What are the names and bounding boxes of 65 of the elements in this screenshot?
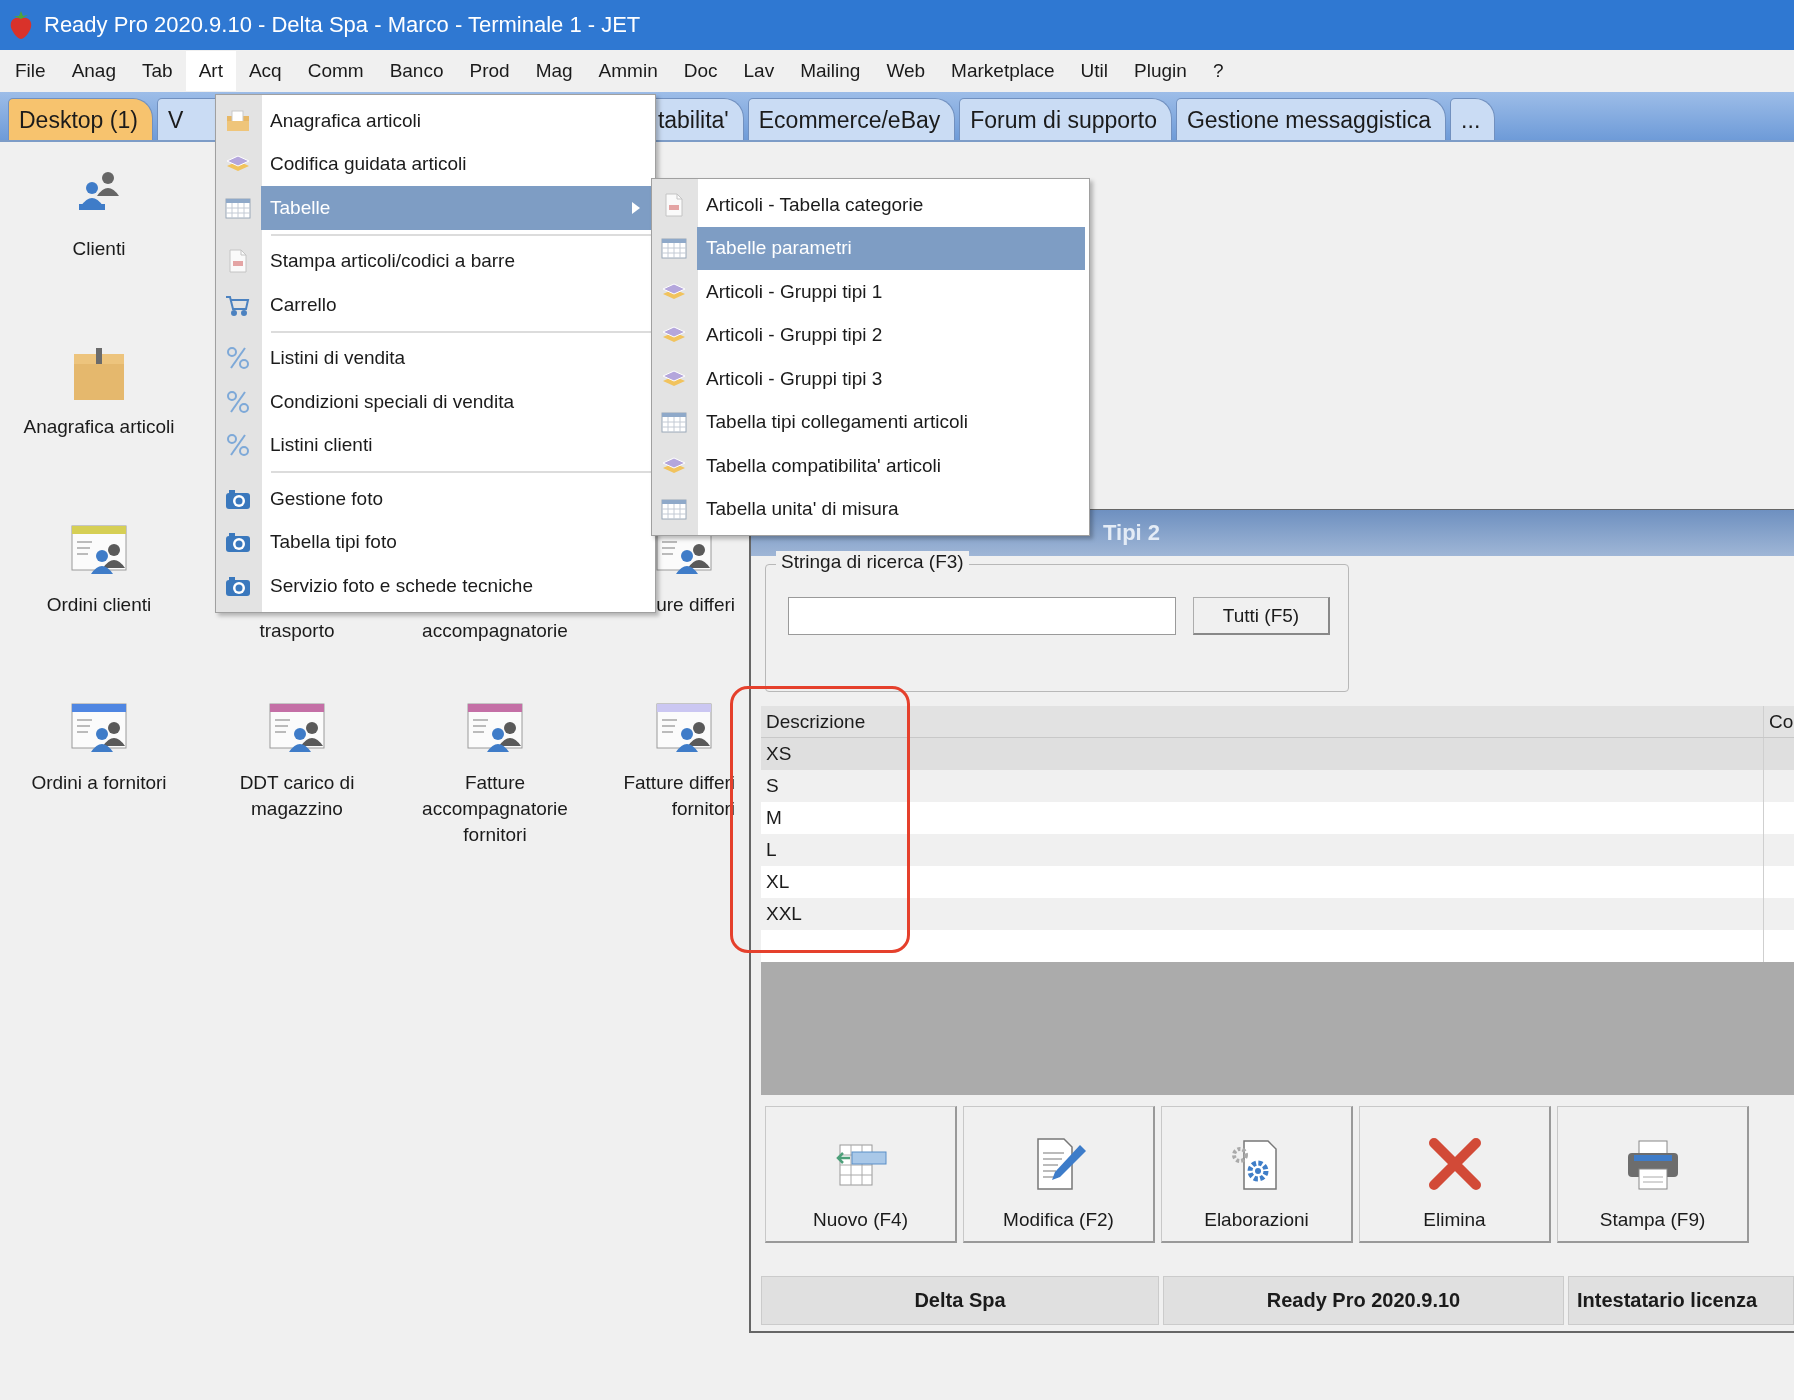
toolbar-button[interactable]: Modifica (F2) <box>963 1106 1155 1243</box>
menu-item[interactable]: Tabella tipi foto <box>261 520 651 564</box>
tab[interactable]: Gestione messaggistica <box>1175 98 1447 140</box>
menu-bar-item[interactable]: Marketplace <box>938 51 1068 91</box>
group-label: Stringa di ricerca (F3) <box>776 551 969 573</box>
status-bar-cell: Intestatario licenza <box>1568 1276 1794 1325</box>
menu-bar-item[interactable]: File <box>2 51 59 91</box>
status-bar-cell: Delta Spa <box>761 1276 1159 1325</box>
strawberry-icon <box>8 10 34 40</box>
desktop-icon-label[interactable]: DDT carico di magazzino <box>202 770 392 822</box>
menu-bar-item[interactable]: Acq <box>235 51 295 91</box>
menu-item[interactable]: Articoli - Gruppi tipi 3 <box>697 357 1085 401</box>
desktop-icon-label[interactable]: accompagnatorie <box>422 618 568 644</box>
menu-bar-item[interactable]: ? <box>1199 51 1237 91</box>
menu-item[interactable]: Stampa articoli/codici a barre <box>261 239 651 283</box>
tab[interactable]: Desktop (1) <box>8 98 153 140</box>
toolbar-button[interactable]: Elimina <box>1359 1106 1551 1243</box>
window-title: Ready Pro 2020.9.10 - Delta Spa - Marco - Terminale 1 - JET <box>44 12 641 38</box>
menu-item[interactable]: Articoli - Gruppi tipi 2 <box>697 313 1085 357</box>
menu-bar-item[interactable]: Ammin <box>585 51 671 91</box>
desktop-icon-label[interactable]: Fatture accompagnatorie fornitori <box>400 770 590 848</box>
menu-bar-item[interactable]: Doc <box>670 51 731 91</box>
search-field[interactable] <box>788 597 1176 635</box>
menu-item[interactable]: Articoli - Gruppi tipi 1 <box>697 270 1085 314</box>
desktop-icon-label[interactable]: Anagrafica articoli <box>23 414 175 440</box>
submenu-arrow-icon <box>631 200 641 215</box>
desktop-icon-label[interactable]: Ordini a fornitori <box>31 770 167 796</box>
menu-bar-item[interactable]: Comm <box>294 51 377 91</box>
menu-bar-item[interactable]: Prod <box>456 51 523 91</box>
menu-item[interactable]: Condizioni speciali di vendita <box>261 380 651 424</box>
desktop-icon-label[interactable]: ure differi <box>656 592 735 618</box>
menu-item[interactable]: Gestione foto <box>261 477 651 521</box>
toolbar-button[interactable]: Nuovo (F4) <box>765 1106 957 1243</box>
menu-item[interactable]: Articoli - Tabella categorie <box>697 183 1085 227</box>
desktop-icon-label[interactable]: trasporto <box>259 618 335 644</box>
tab[interactable]: Ecommerce/eBay <box>747 98 956 140</box>
all-button[interactable]: Tutti (F5) <box>1193 597 1330 635</box>
menu-bar-item[interactable]: Banco <box>376 51 457 91</box>
menu-item[interactable]: Listini clienti <box>261 423 651 467</box>
menu-item[interactable]: Codifica guidata articoli <box>261 142 651 186</box>
menu-item[interactable]: Tabella compatibilita' articoli <box>697 444 1085 488</box>
menu-item[interactable]: Carrello <box>261 283 651 327</box>
toolbar-button[interactable]: Stampa (F9) <box>1557 1106 1749 1243</box>
toolbar-button[interactable]: Elaborazioni <box>1161 1106 1353 1243</box>
menu-bar-item[interactable]: Plugin <box>1121 51 1200 91</box>
desktop-icon-label[interactable]: Ordini clienti <box>46 592 152 618</box>
desktop-icon-label[interactable]: Clienti <box>72 236 126 262</box>
menu-bar-item[interactable]: Mag <box>522 51 586 91</box>
menu-item[interactable]: Tabella tipi collegamenti articoli <box>697 400 1085 444</box>
menu-bar-item[interactable]: Art <box>185 51 236 91</box>
tab[interactable]: Forum di supporto <box>959 98 1172 140</box>
menu-bar-item[interactable]: Tab <box>129 51 186 91</box>
menu-item[interactable]: Listini di vendita <box>261 336 651 380</box>
window-title: Tipi 2 <box>1103 520 1161 546</box>
menu-item[interactable]: Servizio foto e schede tecniche <box>261 564 651 608</box>
menu-bar-item[interactable]: Lav <box>730 51 788 91</box>
menu-bar-item[interactable]: Anag <box>58 51 129 91</box>
status-bar-cell: Ready Pro 2020.9.10 <box>1163 1276 1564 1325</box>
column-header[interactable]: Descrizione <box>761 706 1764 737</box>
menu-bar-item[interactable]: Util <box>1067 51 1122 91</box>
tab[interactable]: ... <box>1450 98 1496 140</box>
menu-bar-item[interactable]: Mailing <box>787 51 874 91</box>
menu-item[interactable]: Tabella unita' di misura <box>697 487 1085 531</box>
menu-bar-item[interactable]: Web <box>873 51 939 91</box>
column-header[interactable]: Co <box>1764 706 1794 737</box>
